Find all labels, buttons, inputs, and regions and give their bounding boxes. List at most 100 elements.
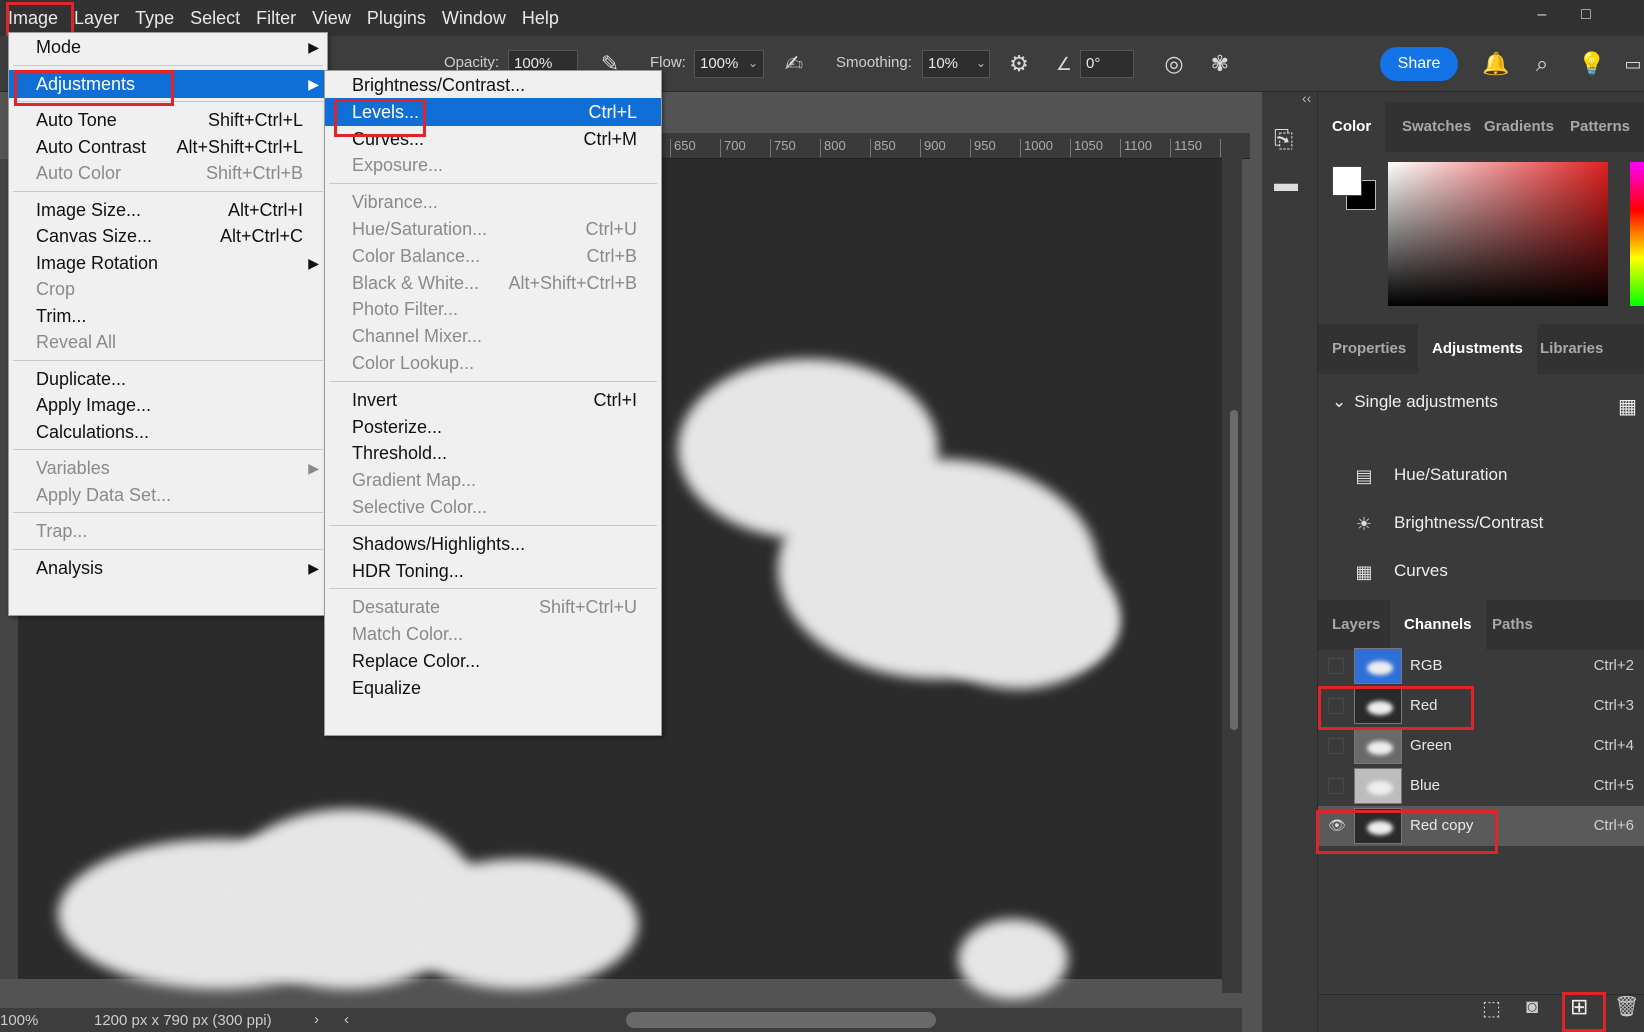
chevron-left-icon[interactable]: ‹	[344, 1011, 349, 1028]
menu-bar: Image Layer Type Select Filter View Plug…	[0, 0, 1644, 36]
adjustments-menu-item: Hue/Saturation... Ctrl+U	[325, 215, 661, 243]
tab-layers[interactable]: Layers	[1318, 600, 1394, 650]
horizontal-scroll-thumb[interactable]	[626, 1012, 936, 1028]
grid-view-icon[interactable]: ▦	[1618, 394, 1637, 419]
gear-icon[interactable]: ⚙	[1005, 50, 1033, 78]
menu-item-shortcut: Ctrl+I	[593, 389, 637, 410]
visibility-toggle[interactable]	[1328, 738, 1344, 754]
highlight-adjustments	[14, 70, 174, 106]
image-menu-item[interactable]: Auto Contrast Alt+Shift+Ctrl+L	[9, 133, 327, 161]
chevron-right-icon[interactable]: ›	[314, 1011, 319, 1028]
channel-row[interactable]: Green Ctrl+4	[1318, 726, 1644, 766]
visibility-toggle[interactable]	[1328, 658, 1344, 674]
menu-item-label: Selective Color...	[352, 497, 488, 517]
workspace-icon[interactable]: ▭	[1622, 50, 1644, 78]
share-button[interactable]: Share	[1380, 47, 1458, 81]
adjustments-menu-item[interactable]: Invert Ctrl+I	[325, 386, 661, 414]
adjust-curves[interactable]: ▦ Curves	[1350, 551, 1448, 591]
minimize-button[interactable]: –	[1524, 0, 1560, 30]
airbrush-icon[interactable]: ✍	[780, 50, 808, 78]
channel-row[interactable]: Blue Ctrl+5	[1318, 766, 1644, 806]
adjustments-menu-item: Gradient Map...	[325, 466, 661, 494]
comment-icon[interactable]: ▬	[1274, 170, 1298, 198]
smoothing-dropdown-icon[interactable]: ⌄	[976, 56, 986, 70]
tab-adjustments[interactable]: Adjustments	[1418, 324, 1537, 374]
image-menu-item[interactable]: Trim...	[9, 302, 327, 330]
adjustments-menu-item[interactable]: Shadows/Highlights...	[325, 530, 661, 558]
hue-slider[interactable]	[1630, 162, 1644, 306]
adjustments-menu-item[interactable]: Equalize	[325, 674, 661, 702]
menu-plugins[interactable]: Plugins	[359, 0, 434, 36]
image-menu-item[interactable]: Apply Image...	[9, 391, 327, 419]
image-menu-item[interactable]: Duplicate...	[9, 365, 327, 393]
tab-libraries[interactable]: Libraries	[1526, 324, 1617, 374]
adjustments-menu-item[interactable]: Posterize...	[325, 413, 661, 441]
channel-name: RGB	[1410, 657, 1443, 674]
menu-type[interactable]: Type	[127, 0, 182, 36]
menu-layer[interactable]: Layer	[66, 0, 127, 36]
angle-input[interactable]: 0°	[1080, 50, 1134, 78]
flow-label: Flow:	[650, 54, 686, 71]
pressure-size-icon[interactable]: ◎	[1160, 50, 1188, 78]
collapse-icon[interactable]: ‹‹	[1302, 90, 1311, 106]
menu-view[interactable]: View	[304, 0, 359, 36]
menu-select[interactable]: Select	[182, 0, 248, 36]
cloud	[398, 859, 638, 989]
vertical-scroll-thumb[interactable]	[1230, 410, 1238, 730]
flow-dropdown-icon[interactable]: ⌄	[748, 56, 758, 70]
tab-properties[interactable]: Properties	[1318, 324, 1420, 374]
menu-item-label: Calculations...	[36, 421, 150, 442]
menu-item-label: Threshold...	[352, 443, 448, 464]
image-menu-item[interactable]: Analysis ▶	[9, 554, 327, 582]
adjustments-menu-item[interactable]: Threshold...	[325, 439, 661, 467]
menu-item-label: Channel Mixer...	[352, 326, 483, 347]
adjustments-menu-item[interactable]: Replace Color...	[325, 647, 661, 675]
trash-icon[interactable]: 🗑	[1614, 994, 1639, 1019]
zoom-level[interactable]: 100%	[0, 1012, 38, 1029]
tab-paths[interactable]: Paths	[1478, 600, 1547, 650]
channel-shortcut: Ctrl+3	[1593, 697, 1634, 714]
symmetry-icon[interactable]: ✾	[1206, 50, 1234, 78]
menu-window[interactable]: Window	[434, 0, 514, 36]
image-menu-item[interactable]: Image Size... Alt+Ctrl+I	[9, 196, 327, 224]
menu-item-shortcut: Shift+Ctrl+L	[207, 110, 303, 130]
highlight-levels	[334, 99, 426, 137]
single-adjustments-header[interactable]: ⌄ Single adjustments	[1332, 392, 1498, 412]
document-info: 1200 px x 790 px (300 ppi)	[94, 1012, 272, 1029]
menu-filter[interactable]: Filter	[248, 0, 304, 36]
adjust-label: Hue/Saturation	[1394, 465, 1508, 484]
image-menu-item[interactable]: Image Rotation ▶	[9, 249, 327, 277]
adjustments-menu-item[interactable]: Brightness/Contrast...	[325, 71, 661, 99]
adjust-brightness-contrast[interactable]: ☀ Brightness/Contrast	[1350, 503, 1543, 543]
image-menu-item[interactable]: Canvas Size... Alt+Ctrl+C	[9, 222, 327, 250]
lightbulb-icon[interactable]: 💡	[1578, 50, 1606, 78]
adjustments-menu-item[interactable]: HDR Toning...	[325, 557, 661, 585]
history-icon[interactable]: ⎘	[1274, 126, 1293, 154]
menu-item-label: Crop	[36, 279, 76, 299]
highlight-red-copy-channel	[1316, 810, 1498, 854]
save-selection-icon[interactable]: ◙	[1526, 996, 1538, 1019]
tab-channels[interactable]: Channels	[1390, 600, 1486, 650]
image-menu-item[interactable]: Auto Tone Shift+Ctrl+L	[9, 106, 327, 134]
menu-item-shortcut: Shift+Ctrl+U	[538, 597, 637, 618]
search-icon[interactable]: ⌕	[1528, 50, 1556, 78]
tab-color[interactable]: Color	[1318, 102, 1386, 152]
tab-gradients[interactable]: Gradients	[1470, 102, 1568, 152]
menu-item-label: Posterize...	[352, 416, 443, 437]
menu-help[interactable]: Help	[514, 0, 567, 36]
color-field[interactable]	[1388, 162, 1608, 306]
load-selection-icon[interactable]: ⬚	[1482, 996, 1501, 1021]
visibility-toggle[interactable]	[1328, 778, 1344, 794]
image-menu-item[interactable]: Calculations...	[9, 418, 327, 446]
menu-item-label: Invert	[352, 389, 398, 410]
channel-shortcut: Ctrl+6	[1593, 817, 1634, 834]
channel-row[interactable]: RGB Ctrl+2	[1318, 646, 1644, 686]
channel-shortcut: Ctrl+5	[1593, 777, 1634, 794]
adjust-hue-saturation[interactable]: ▤ Hue/Saturation	[1350, 455, 1507, 495]
image-menu-item[interactable]: Mode ▶	[9, 33, 327, 61]
maximize-button[interactable]: □	[1568, 0, 1604, 30]
tab-patterns[interactable]: Patterns	[1556, 102, 1644, 152]
menu-item-label: Shadows/Highlights...	[352, 533, 526, 554]
adjust-label: Curves	[1394, 561, 1448, 580]
bell-icon[interactable]: 🔔	[1482, 50, 1510, 78]
